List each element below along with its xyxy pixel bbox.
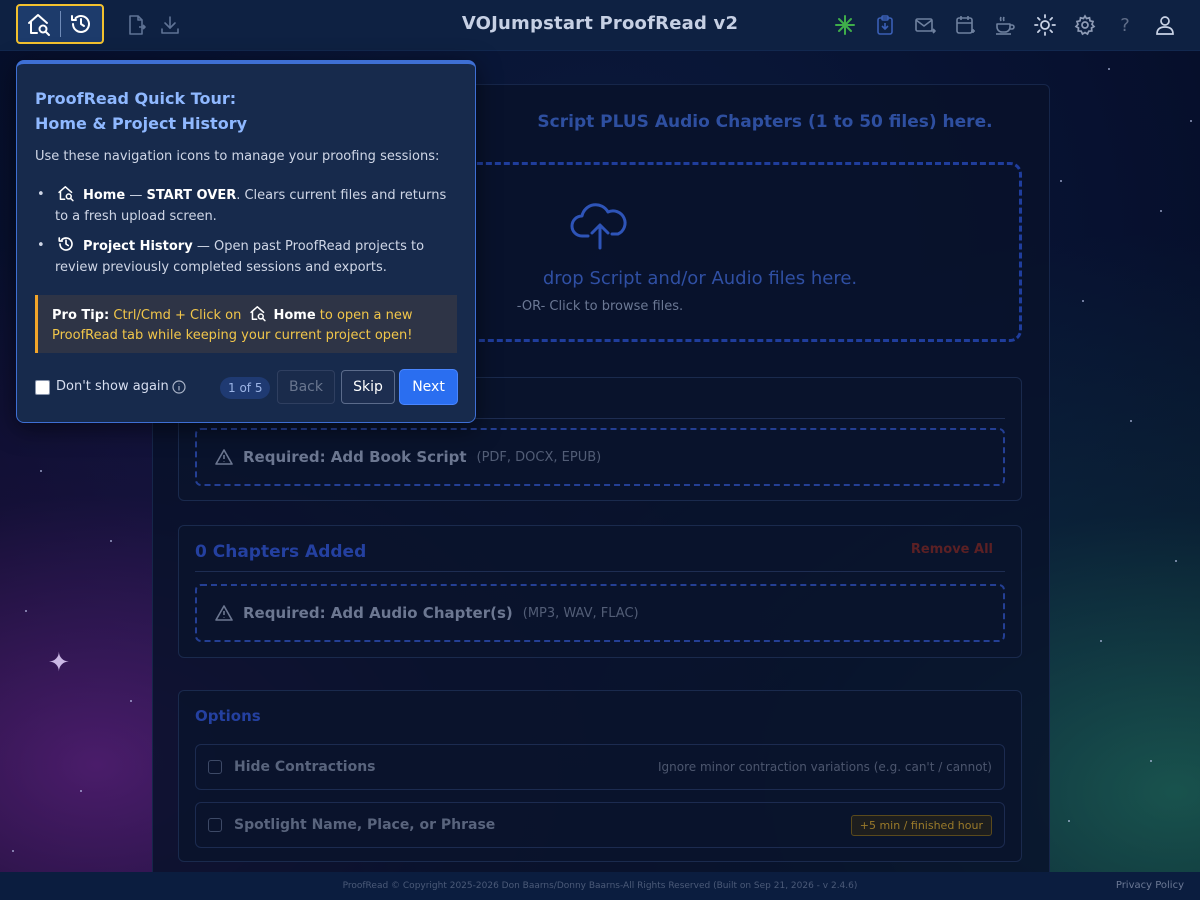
tour-item-history: • Project History — Open past ProofRead … (35, 235, 455, 278)
home-button[interactable] (18, 6, 60, 42)
skip-button[interactable]: Skip (341, 370, 395, 404)
home-search-icon (58, 186, 74, 202)
dont-show-again-checkbox[interactable] (35, 380, 50, 395)
script-formats: (PDF, DOCX, EPUB) (476, 449, 602, 465)
coffee-icon (996, 16, 1015, 35)
mail-button[interactable] (913, 13, 937, 37)
help-button[interactable]: ? (1113, 13, 1137, 37)
sparkle-star: ✦ (48, 648, 70, 678)
dont-show-again-label[interactable]: Don't show again (56, 379, 169, 394)
account-button[interactable] (1153, 13, 1177, 37)
add-script-dropzone[interactable]: Required: Add Book Script (PDF, DOCX, EP… (195, 428, 1005, 486)
mail-icon (915, 18, 936, 34)
drop-instructions: drop Script and/or Audio files here. (542, 268, 858, 289)
chapters-count-title: 0 Chapters Added (195, 542, 367, 562)
option-spotlight[interactable]: Spotlight Name, Place, or Phrase +5 min … (195, 802, 1005, 848)
option-hide-contractions[interactable]: Hide Contractions Ignore minor contracti… (195, 744, 1005, 790)
settings-button[interactable] (1073, 13, 1097, 37)
next-button[interactable]: Next (400, 370, 457, 404)
hide-contractions-checkbox[interactable] (208, 760, 222, 774)
clipboard-button[interactable] (873, 13, 897, 37)
cloud-upload-icon (570, 200, 630, 256)
gear-icon (1074, 14, 1096, 36)
file-dropzone[interactable] (402, 162, 1022, 342)
step-indicator: 1 of 5 (220, 377, 271, 399)
option-label: Spotlight Name, Place, or Phrase (234, 817, 496, 833)
file-export-icon (129, 15, 146, 35)
chapters-section: 0 Chapters Added Remove All Required: Ad… (178, 525, 1022, 658)
required-audio-label: Required: Add Audio Chapter(s) (243, 604, 513, 622)
privacy-policy-link[interactable]: Privacy Policy (1116, 880, 1184, 891)
history-icon (58, 237, 73, 251)
back-button[interactable]: Back (277, 370, 335, 404)
spotlight-checkbox[interactable] (208, 818, 222, 832)
footer: ProofRead © Copyright 2025-2026 Don Baar… (0, 872, 1200, 900)
top-bar: VOJumpstart ProofRead v2 ? (0, 0, 1200, 51)
audio-formats: (MP3, WAV, FLAC) (522, 605, 639, 621)
option-hint: Ignore minor contraction variations (e.g… (657, 760, 992, 774)
home-search-icon (27, 14, 50, 36)
clipboard-icon (877, 15, 893, 35)
options-title: Options (195, 707, 261, 725)
sun-icon (1034, 14, 1056, 36)
tour-intro: Use these navigation icons to manage you… (35, 149, 440, 164)
download-icon (161, 16, 179, 34)
download-button[interactable] (158, 13, 182, 37)
time-cost-badge: +5 min / finished hour (850, 814, 992, 836)
sparkle-status-icon (835, 15, 855, 35)
project-history-button[interactable] (60, 6, 102, 42)
required-script-label: Required: Add Book Script (243, 448, 467, 466)
home-search-icon (250, 306, 267, 322)
tour-footer: Don't show again 1 of 5 Back Skip Next (35, 370, 457, 406)
options-section: Options Hide Contractions Ignore minor c… (178, 690, 1022, 862)
warning-icon (215, 605, 233, 621)
nav-highlight-group (16, 4, 104, 44)
copyright-text: ProofRead © Copyright 2025-2026 Don Baar… (342, 881, 858, 891)
history-icon (71, 15, 91, 33)
status-indicator-button[interactable] (833, 13, 857, 37)
pro-tip: Pro Tip: Ctrl/Cmd + Click on Home to ope… (35, 295, 457, 353)
theme-toggle-button[interactable] (1033, 13, 1057, 37)
calendar-button[interactable] (953, 13, 977, 37)
quick-tour-popover: ProofRead Quick Tour: Home & Project His… (16, 60, 476, 423)
remove-all-button[interactable]: Remove All (911, 542, 993, 557)
option-label: Hide Contractions (234, 759, 376, 775)
warning-icon (215, 449, 233, 465)
tour-item-home: • Home — START OVER. Clears current file… (35, 184, 455, 227)
tour-list: • Home — START OVER. Clears current file… (35, 184, 455, 286)
info-icon[interactable] (172, 380, 186, 394)
question-mark-icon: ? (1120, 14, 1130, 36)
coffee-button[interactable] (993, 13, 1017, 37)
calendar-add-icon (956, 16, 975, 34)
new-file-button[interactable] (124, 13, 148, 37)
add-audio-dropzone[interactable]: Required: Add Audio Chapter(s) (MP3, WAV… (195, 584, 1005, 642)
tour-title: ProofRead Quick Tour: Home & Project His… (35, 89, 248, 133)
user-icon (1156, 16, 1174, 35)
